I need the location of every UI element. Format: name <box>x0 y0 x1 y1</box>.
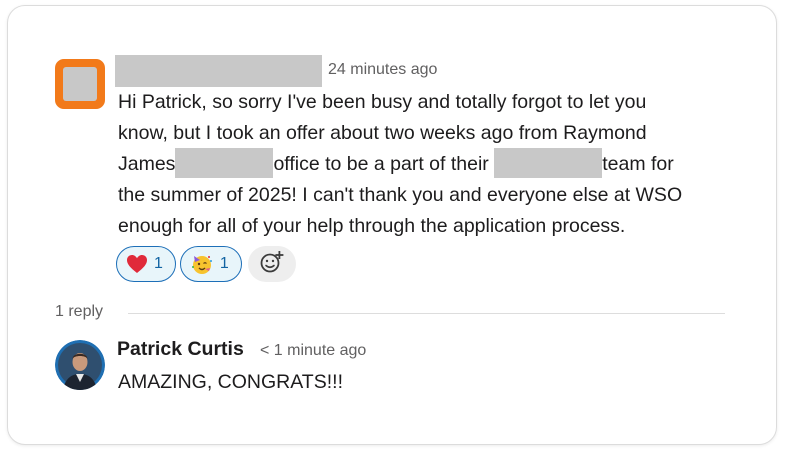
partying-face-icon <box>190 252 214 276</box>
reaction-partying-face[interactable]: 1 <box>179 246 242 282</box>
message-line: enough for all of your help through the … <box>118 215 626 237</box>
reply-text: AMAZING, CONGRATS!!! <box>118 371 343 393</box>
message-timestamp[interactable]: 24 minutes ago <box>328 61 437 79</box>
redacted-text-block <box>175 147 274 178</box>
reply-timestamp[interactable]: < 1 minute ago <box>260 342 366 360</box>
reaction-heart[interactable]: 1 <box>116 246 176 282</box>
message-line: Hi Patrick, so sorry I've been busy and … <box>118 91 647 113</box>
message-line: the summer of 2025! I can't thank you an… <box>118 184 683 206</box>
add-reaction-button[interactable] <box>247 246 296 282</box>
message-text: team for <box>602 153 674 175</box>
add-emoji-icon <box>259 250 285 279</box>
sender-avatar[interactable] <box>55 59 105 109</box>
sender-name-redacted <box>115 55 322 87</box>
message-line: James office to be a part of their team f… <box>118 147 738 180</box>
reply-author-avatar[interactable] <box>55 340 105 390</box>
reply-count[interactable]: 1 reply <box>55 303 103 321</box>
reaction-count: 1 <box>219 255 229 272</box>
red-heart-icon <box>126 254 148 274</box>
message-body: Hi Patrick, so sorry I've been busy and … <box>118 87 738 242</box>
redacted-text-block <box>494 147 603 178</box>
message-text: James <box>118 153 176 175</box>
avatar-redacted-image <box>63 67 97 101</box>
reply-author-name[interactable]: Patrick Curtis <box>117 338 244 361</box>
reaction-count: 1 <box>154 255 163 272</box>
reactions-bar: 1 1 <box>116 246 296 282</box>
message-text: office to be a part of their <box>273 153 489 175</box>
message-line: know, but I took an offer about two week… <box>118 122 647 144</box>
thread-divider <box>128 313 725 314</box>
